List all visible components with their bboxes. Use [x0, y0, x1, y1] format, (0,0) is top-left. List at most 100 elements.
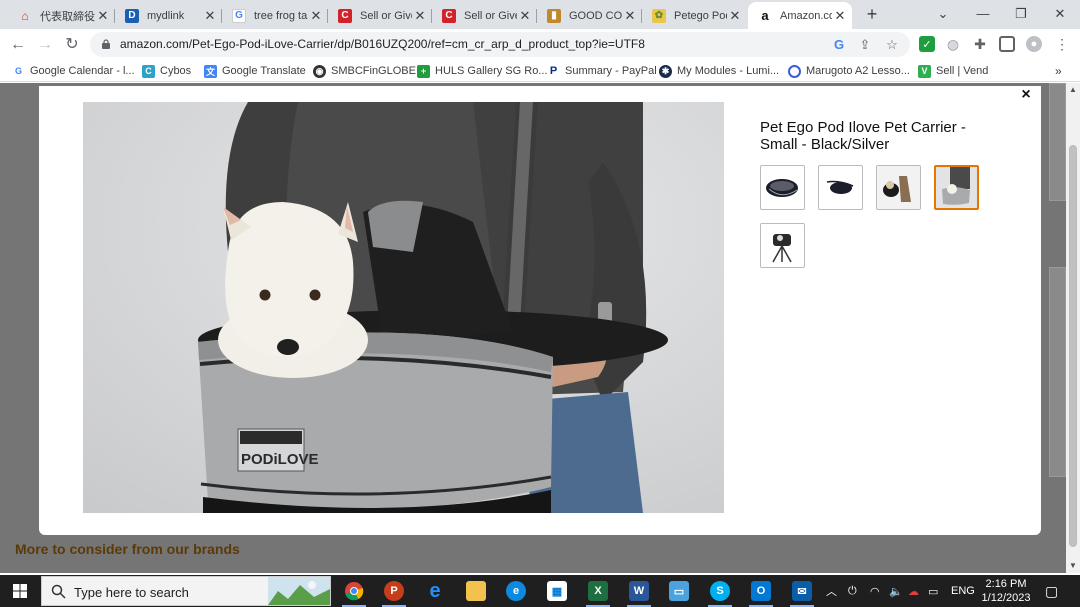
- wifi-icon[interactable]: ◠: [870, 575, 880, 607]
- dog-carrier-thumbnail-icon: [877, 166, 920, 209]
- petego-icon: ✿: [652, 8, 666, 23]
- google-lens-icon[interactable]: G: [830, 36, 848, 54]
- bookmark-google-calendar[interactable]: G Google Calendar - l...: [12, 63, 135, 79]
- thumb-carrier-side[interactable]: [818, 165, 863, 210]
- restore-button[interactable]: ❐: [1006, 3, 1036, 25]
- tab-3[interactable]: G tree frog ta ✕: [222, 2, 328, 29]
- minimize-button[interactable]: —: [968, 3, 998, 25]
- tab-title: GOOD CO: [569, 9, 622, 22]
- scroll-thumb[interactable]: [1069, 145, 1077, 547]
- tab-search-icon[interactable]: ⌄: [928, 3, 958, 25]
- thumb-carrier-top[interactable]: [760, 165, 805, 210]
- taskbar-internet-explorer[interactable]: e: [417, 578, 453, 604]
- carousell-icon: C: [442, 8, 456, 23]
- start-button[interactable]: [0, 575, 40, 607]
- page-scrollbar[interactable]: ▲ ▼: [1066, 83, 1080, 573]
- section-heading: More to consider from our brands: [15, 541, 240, 557]
- thumb-dog-in-pod[interactable]: [934, 165, 979, 210]
- taskbar-remote-desktop[interactable]: ▭: [661, 578, 697, 604]
- scroll-up-icon[interactable]: ▲: [1068, 85, 1078, 94]
- tab-2[interactable]: D mydlink ✕: [115, 2, 222, 29]
- scroll-down-icon[interactable]: ▼: [1068, 561, 1078, 570]
- tab-6[interactable]: ▮ GOOD CO ✕: [537, 2, 642, 29]
- onedrive-error-icon[interactable]: ☁: [908, 575, 919, 607]
- language-indicator[interactable]: ENG: [951, 575, 975, 607]
- tray-overflow-icon[interactable]: ︿: [826, 575, 837, 607]
- google-icon: G: [232, 8, 246, 23]
- taskbar-clock[interactable]: 2:16 PM 1/12/2023: [978, 577, 1034, 605]
- close-icon[interactable]: ✕: [727, 8, 743, 24]
- taskbar-outlook[interactable]: O: [743, 578, 779, 607]
- tray-device-icon[interactable]: ⏻: [848, 575, 857, 607]
- taskbar-chrome[interactable]: [336, 578, 372, 607]
- close-icon[interactable]: ✕: [832, 8, 848, 24]
- bookmark-vend[interactable]: V Sell | Vend: [918, 63, 988, 79]
- taskbar-search-box[interactable]: Type here to search: [41, 576, 331, 606]
- menu-kebab-icon[interactable]: ⋮: [1054, 36, 1070, 52]
- thumb-dog-carrier[interactable]: [876, 165, 921, 210]
- bookmark-marugoto[interactable]: Marugoto A2 Lesso...: [788, 63, 910, 79]
- tab-7[interactable]: ✿ Petego Pod ✕: [642, 2, 747, 29]
- bookmark-cybos[interactable]: C Cybos: [142, 63, 191, 79]
- bookmark-paypal[interactable]: P Summary - PayPal: [547, 63, 657, 79]
- bookmark-google-translate[interactable]: 文 Google Translate: [204, 63, 306, 79]
- background-panel: [1049, 267, 1066, 477]
- tab-4[interactable]: C Sell or Give ✕: [328, 2, 432, 29]
- red-logo-icon: ⌂: [21, 8, 29, 23]
- volume-icon[interactable]: 🔈: [889, 575, 903, 607]
- reload-button[interactable]: ↻: [61, 34, 83, 56]
- search-placeholder: Type here to search: [74, 585, 189, 600]
- tab-title: tree frog ta: [254, 9, 308, 22]
- new-tab-button[interactable]: +: [862, 4, 882, 24]
- vend-icon: V: [918, 64, 931, 78]
- globe-icon: ◉: [313, 64, 326, 78]
- close-icon[interactable]: ✕: [412, 8, 428, 24]
- taskbar-outlook-alt[interactable]: ✉: [784, 578, 820, 607]
- huls-icon: +: [417, 64, 430, 78]
- dog-pod-thumbnail-icon: [936, 167, 977, 208]
- notifications-icon[interactable]: ▢: [1045, 575, 1058, 607]
- store-icon: ▦: [547, 581, 567, 601]
- close-icon[interactable]: ✕: [308, 8, 324, 24]
- close-icon[interactable]: ✕: [95, 8, 111, 24]
- tab-title: Petego Pod: [674, 9, 727, 22]
- clock-date: 1/12/2023: [981, 592, 1031, 604]
- bookmarks-overflow-icon[interactable]: »: [1055, 63, 1062, 79]
- close-window-button[interactable]: ✕: [1045, 3, 1075, 25]
- close-icon[interactable]: ✕: [202, 8, 218, 24]
- tab-5[interactable]: C Sell or Give ✕: [432, 2, 537, 29]
- battery-icon[interactable]: ▭: [928, 575, 938, 607]
- taskbar-word[interactable]: W: [621, 578, 657, 607]
- taskbar-skype[interactable]: S: [702, 578, 738, 607]
- extensions-puzzle-icon[interactable]: ✚: [972, 36, 988, 52]
- bookmark-huls[interactable]: + HULS Gallery SG Ro...: [417, 63, 547, 79]
- product-main-image: PODiLOVE: [83, 102, 724, 513]
- taskbar-file-explorer[interactable]: [458, 578, 494, 604]
- bookmark-smbc[interactable]: ◉ SMBCFinGLOBE: [313, 63, 416, 79]
- profile-avatar-icon[interactable]: ●: [1026, 36, 1042, 52]
- url-text[interactable]: amazon.com/Pet-Ego-Pod-iLove-Carrier/dp/…: [120, 37, 645, 51]
- address-bar[interactable]: amazon.com/Pet-Ego-Pod-iLove-Carrier/dp/…: [90, 32, 910, 57]
- thumb-tripod-stand[interactable]: [760, 223, 805, 268]
- taskbar-excel[interactable]: X: [580, 578, 616, 607]
- share-icon[interactable]: ⇪: [856, 36, 874, 54]
- side-panel-icon[interactable]: [999, 36, 1015, 52]
- close-icon[interactable]: ✕: [517, 8, 533, 24]
- forward-button[interactable]: →: [34, 34, 56, 56]
- taskbar-powerpoint[interactable]: P: [376, 578, 412, 607]
- close-icon[interactable]: ×: [1017, 86, 1035, 104]
- back-button[interactable]: ←: [7, 34, 29, 56]
- taskbar-store[interactable]: ▦: [539, 578, 575, 604]
- extension-ghost-icon[interactable]: ◍: [945, 36, 961, 52]
- close-icon[interactable]: ✕: [622, 8, 638, 24]
- taskbar-edge[interactable]: e: [498, 578, 534, 604]
- tab-1[interactable]: ⌂ 代表取締役 ✕: [8, 2, 115, 29]
- paypal-icon: P: [549, 65, 558, 77]
- tab-8-active[interactable]: a Amazon.co ✕: [748, 2, 852, 29]
- translate-icon: 文: [204, 64, 217, 78]
- bookmark-star-icon[interactable]: ☆: [883, 36, 901, 54]
- bookmark-lumi[interactable]: ✱ My Modules - Lumi...: [659, 63, 779, 79]
- skype-icon: S: [710, 581, 730, 601]
- marugoto-icon: [788, 64, 801, 78]
- checkmark-extension-icon[interactable]: ✓: [919, 36, 935, 52]
